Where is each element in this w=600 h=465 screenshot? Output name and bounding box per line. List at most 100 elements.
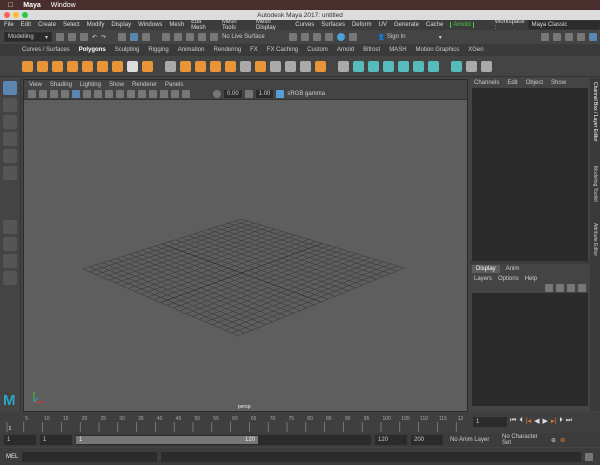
menu-modify[interactable]: Modify [87,22,105,28]
bookmark-icon[interactable] [50,90,58,98]
color-space-label[interactable]: sRGB gamma [287,91,325,97]
grid-toggle-icon[interactable] [72,90,80,98]
menu-select[interactable]: Select [63,22,80,28]
isolate-select-icon[interactable] [171,90,179,98]
menu-uv[interactable]: UV [379,22,387,28]
layers-menu[interactable]: Layers [474,276,492,282]
lights-icon[interactable] [138,90,146,98]
four-pane-layout-icon[interactable] [3,237,17,251]
tab-fx[interactable]: FX [250,47,258,53]
outliner-layout-icon[interactable] [3,271,17,285]
tab-curves-surfaces[interactable]: Curves / Surfaces [22,47,70,53]
anim-layer-dropdown[interactable]: No Anim Layer [447,435,495,445]
snap-curve-icon[interactable] [174,33,183,41]
menu-windows[interactable]: Windows [138,22,162,28]
preferences-icon[interactable]: ⚙ [560,437,565,444]
options-menu[interactable]: Options [498,276,519,282]
hypershade-icon[interactable] [324,33,333,41]
minimize-button[interactable] [13,12,19,18]
shelf-tool-2-icon[interactable] [37,60,48,72]
start-time-field[interactable]: 1 [4,435,36,445]
shelf-tool-8-icon[interactable] [127,60,138,72]
paint-select-tool-icon[interactable] [3,115,17,129]
shelf-tool-9-icon[interactable] [142,60,153,72]
rotate-tool-icon[interactable] [3,149,17,163]
shelf-tool-30-icon[interactable] [481,60,492,72]
image-plane-icon[interactable] [61,90,69,98]
menu-deform[interactable]: Deform [352,22,372,28]
camera-attributes-icon[interactable] [39,90,47,98]
ambient-occlusion-icon[interactable] [160,90,168,98]
shelf-tool-13-icon[interactable] [210,60,221,72]
menu-surfaces[interactable]: Surfaces [321,22,345,28]
shelf-tool-23-icon[interactable] [368,60,379,72]
menu-cache[interactable]: Cache [426,22,443,28]
tab-xgen[interactable]: XGen [468,47,483,53]
arnold-render-icon[interactable] [348,33,357,41]
film-gate-icon[interactable] [83,90,91,98]
render-icon[interactable] [288,33,297,41]
open-scene-icon[interactable] [68,33,76,41]
shelf-tool-1-icon[interactable] [22,60,33,72]
menu-create[interactable]: Create [38,22,56,28]
shelf-tool-16-icon[interactable] [255,60,266,72]
smooth-shade-icon[interactable] [116,90,124,98]
viewport-menu-renderer[interactable]: Renderer [132,82,157,88]
apple-icon[interactable]:  [8,2,13,9]
playback-end-field[interactable]: 120 [375,435,407,445]
shelf-tool-17-icon[interactable] [270,60,281,72]
play-backward-icon[interactable]: ◀ [534,417,539,425]
shadows-icon[interactable] [149,90,157,98]
shelf-tool-12-icon[interactable] [195,60,206,72]
play-forward-icon[interactable]: ▶ [543,417,548,425]
camera-icon[interactable] [28,90,36,98]
close-button[interactable] [4,12,10,18]
time-slider[interactable]: 15 10 15 20 25 30 35 40 45 50 55 60 65 70 75 80 85 90 95 10… [5,414,465,432]
tab-rendering[interactable]: Rendering [213,47,241,53]
go-to-end-icon[interactable]: ⏭ [566,417,572,425]
shelf-tool-6-icon[interactable] [97,60,108,72]
current-frame-field[interactable]: 1 [473,417,507,427]
mel-label[interactable]: MEL [6,454,18,460]
character-controls-icon[interactable] [553,33,561,41]
shelf-tool-22-icon[interactable] [353,60,364,72]
tab-animation[interactable]: Animation [178,47,205,53]
shelf-tool-11-icon[interactable] [180,60,191,72]
gamma-field[interactable]: 1.00 [255,90,274,98]
channels-menu[interactable]: Channels [474,80,499,86]
viewport-menu-view[interactable]: View [29,82,42,88]
shelf-tool-21-icon[interactable] [338,60,349,72]
snap-grid-icon[interactable] [162,33,171,41]
command-input[interactable] [22,451,158,462]
live-surface-label[interactable]: No Live Surface [222,34,265,40]
shelf-tool-4-icon[interactable] [67,60,78,72]
shelf-tool-25-icon[interactable] [398,60,409,72]
mode-dropdown[interactable]: Modelling ▾ [4,32,52,42]
shelf-tool-28-icon[interactable] [451,60,462,72]
wireframe-icon[interactable] [105,90,113,98]
tab-arnold[interactable]: Arnold [337,47,354,53]
select-tool-icon[interactable] [3,81,17,95]
sign-in-dropdown[interactable]: 👤 Sign In ▾ [374,32,445,42]
new-layer-selected-icon[interactable] [578,284,586,292]
shelf-tool-10-icon[interactable] [165,60,176,72]
menu-file[interactable]: File [4,22,14,28]
script-editor-icon[interactable] [585,452,594,461]
step-back-key-icon[interactable]: |◂ [526,417,531,425]
mac-menu-window[interactable]: Window [51,2,76,9]
snap-point-icon[interactable] [186,33,195,41]
ipr-render-icon[interactable] [300,33,309,41]
edit-menu[interactable]: Edit [507,80,517,86]
tab-sculpting[interactable]: Sculpting [115,47,140,53]
tab-modeling-toolkit[interactable]: Modeling Toolkit [592,166,598,202]
select-hierarchy-icon[interactable] [118,33,127,41]
viewport-panel[interactable]: View Shading Lighting Show Renderer Panels 0.… [23,79,468,412]
tab-rigging[interactable]: Rigging [148,47,168,53]
redo-icon[interactable]: ↷ [101,34,106,41]
scale-tool-icon[interactable] [3,166,17,180]
menu-display[interactable]: Display [111,22,131,28]
zoom-button[interactable] [22,12,28,18]
shelf-tool-3-icon[interactable] [52,60,63,72]
shelf-tool-26-icon[interactable] [413,60,424,72]
lasso-tool-icon[interactable] [3,98,17,112]
